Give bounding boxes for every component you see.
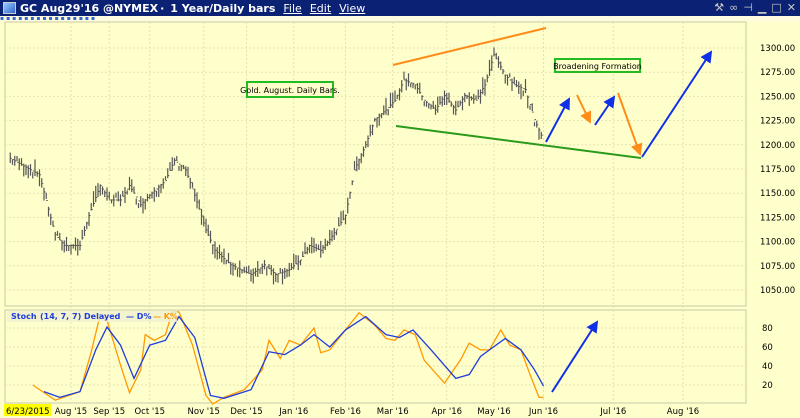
price-tick-label: 1050.00 <box>760 286 795 296</box>
resistance-trendline <box>392 27 547 66</box>
price-tick-label: 1075.00 <box>760 262 795 272</box>
stoch-tick-label: 40 <box>762 362 773 372</box>
time-tick-label: Jan '16 <box>278 407 308 417</box>
price-tick-label: 1275.00 <box>760 68 795 78</box>
price-tick-label: 1225.00 <box>760 117 795 127</box>
time-tick-label: Aug '16 <box>667 407 699 417</box>
projection-arrow-up-2 <box>594 95 616 126</box>
start-date: 6/23/2015 <box>6 407 50 417</box>
price-tick-label: 1100.00 <box>760 238 795 248</box>
stoch-title[interactable]: Stoch <box>11 312 37 321</box>
projection-arrow-up-3 <box>641 50 713 158</box>
legend-k[interactable]: — K% <box>153 312 178 321</box>
stoch-tick-label: 20 <box>762 381 773 391</box>
time-tick-label: Jun '16 <box>528 407 558 417</box>
time-tick-label: Nov '15 <box>188 407 220 417</box>
price-tick-label: 1175.00 <box>760 165 795 175</box>
price-tick-label: 1125.00 <box>760 213 795 223</box>
time-tick-label: Feb '16 <box>330 407 361 417</box>
time-tick-label: Aug '15 <box>55 407 87 417</box>
time-tick-label: Jul '16 <box>599 407 626 417</box>
label-right: Broadening Formation <box>553 62 642 71</box>
stoch-tick-label: 60 <box>762 343 773 353</box>
projection-arrow-down-1 <box>576 94 592 124</box>
price-tick-label: 1150.00 <box>760 189 795 199</box>
time-tick-label: Sep '15 <box>93 407 125 417</box>
time-tick-label: Dec '15 <box>230 407 262 417</box>
support-trendline <box>395 125 642 159</box>
price-chart: 1050.00 1075.00 1100.00 1125.00 1150.00 1175.… <box>4 21 795 417</box>
price-tick-label: 1250.00 <box>760 92 795 102</box>
price-tick-label: 1300.00 <box>760 44 795 54</box>
stoch-projection-arrow <box>551 320 599 393</box>
stoch-params[interactable]: (14, 7, 7) Delayed <box>40 312 121 321</box>
time-tick-label: Mar '16 <box>377 407 409 417</box>
time-tick-label: May '16 <box>477 407 510 417</box>
price-tick-label: 1200.00 <box>760 141 795 151</box>
time-tick-label: Apr '16 <box>431 407 462 417</box>
legend-d[interactable]: — D% <box>126 312 151 321</box>
stoch-panel-frame <box>4 309 747 404</box>
label-left: Gold. August. Daily Bars. <box>240 86 340 95</box>
time-tick-label: Oct '15 <box>134 407 165 417</box>
stoch-tick-label: 80 <box>762 324 773 334</box>
